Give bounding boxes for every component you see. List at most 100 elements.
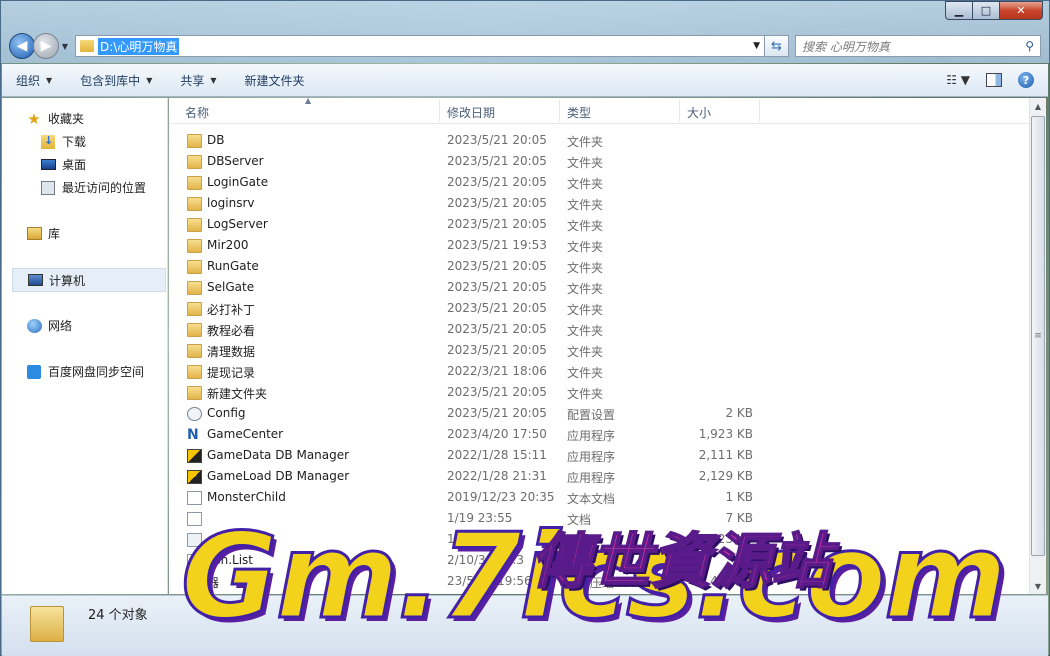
column-type[interactable]: 类型 [567, 104, 591, 121]
file-type: 文件夹 [567, 366, 604, 380]
explorer-window: ▁ □ ✕ ◀ ▶ ▼ D:\心明万物真 ▼ ⇆ 搜索 心明万物真 ⚲ 组织 ▼ … [0, 0, 1050, 656]
folder-icon [187, 386, 202, 400]
column-divider[interactable] [559, 100, 560, 122]
folder-icon [187, 155, 202, 169]
watermark-chinese-text: 傳世資源站 [530, 526, 832, 598]
folder-icon [80, 40, 94, 52]
search-input[interactable]: 搜索 心明万物真 ⚲ [795, 35, 1041, 57]
command-bar: 组织 ▼ 包含到库中 ▼ 共享 ▼ 新建文件夹 ☷ ▼ ? [2, 64, 1048, 97]
column-divider[interactable] [679, 100, 680, 122]
nav-recent-places[interactable]: 最近访问的位置 [40, 179, 146, 196]
file-type: 文件夹 [567, 261, 604, 275]
scroll-thumb[interactable]: ≡ [1031, 116, 1045, 556]
folder-icon [187, 365, 202, 379]
file-row[interactable]: RunGate 2023/5/21 20:05 文件夹 [185, 257, 765, 278]
maximize-button[interactable]: □ [972, 1, 999, 20]
new-folder-label: 新建文件夹 [244, 73, 305, 88]
nav-downloads[interactable]: 下载 [40, 133, 86, 150]
column-headers: ▲ 名称 修改日期 类型 大小 [169, 98, 1029, 124]
nav-favorites[interactable]: ★ 收藏夹 [26, 109, 85, 128]
file-row[interactable]: 提现记录 2022/3/21 18:06 文件夹 [185, 362, 765, 383]
file-row[interactable]: 新建文件夹 2023/5/21 20:05 文件夹 [185, 383, 765, 404]
file-row[interactable]: DBServer 2023/5/21 20:05 文件夹 [185, 152, 765, 173]
nav-libraries[interactable]: 库 [26, 225, 60, 242]
column-divider[interactable] [759, 100, 760, 122]
folder-icon [187, 239, 202, 253]
column-divider[interactable] [439, 100, 440, 122]
nav-label: 下载 [62, 135, 87, 149]
search-icon[interactable]: ⚲ [1025, 39, 1034, 53]
preview-pane-icon[interactable] [986, 73, 1002, 87]
nav-desktop[interactable]: 桌面 [40, 156, 86, 173]
file-date: 2023/5/21 20:05 [447, 217, 547, 231]
file-row[interactable]: DB 2023/5/21 20:05 文件夹 [185, 131, 765, 152]
vertical-scrollbar[interactable]: ▲ ≡ ▼ [1029, 98, 1046, 594]
file-row[interactable]: SelGate 2023/5/21 20:05 文件夹 [185, 278, 765, 299]
file-row[interactable]: 清理数据 2023/5/21 20:05 文件夹 [185, 341, 765, 362]
file-name: RunGate [207, 259, 259, 273]
nav-computer[interactable]: 计算机 [12, 268, 166, 292]
help-icon[interactable]: ? [1018, 72, 1034, 88]
file-name: DBServer [207, 154, 264, 168]
file-name: SelGate [207, 280, 255, 294]
folder-icon [187, 281, 202, 295]
folder-icon [187, 197, 202, 211]
include-in-library-button[interactable]: 包含到库中 ▼ [80, 72, 152, 89]
chevron-down-icon: ▼ [146, 75, 153, 85]
column-size[interactable]: 大小 [687, 104, 711, 121]
recent-pages-dropdown[interactable]: ▼ [59, 42, 71, 51]
file-row[interactable]: 教程必看 2023/5/21 20:05 文件夹 [185, 320, 765, 341]
nav-network[interactable]: 网络 [26, 317, 72, 334]
nav-label: 百度网盘同步空间 [48, 365, 145, 379]
file-size: 1,923 KB [698, 427, 753, 441]
nav-label: 收藏夹 [48, 112, 85, 126]
view-options-icon[interactable]: ☷ ▼ [946, 73, 970, 87]
file-row[interactable]: LogServer 2023/5/21 20:05 文件夹 [185, 215, 765, 236]
file-row[interactable]: Mir200 2023/5/21 19:53 文件夹 [185, 236, 765, 257]
close-button[interactable]: ✕ [999, 1, 1043, 20]
file-row[interactable]: 必打补丁 2023/5/21 20:05 文件夹 [185, 299, 765, 320]
file-name: 必打补丁 [207, 303, 256, 317]
scroll-up-icon[interactable]: ▲ [1030, 98, 1046, 114]
file-date: 2023/5/21 20:05 [447, 280, 547, 294]
back-button[interactable]: ◀ [9, 33, 35, 59]
file-date: 2023/5/21 20:05 [447, 259, 547, 273]
new-folder-button[interactable]: 新建文件夹 [245, 72, 305, 89]
file-row[interactable]: N GameCenter 2023/4/20 17:50 应用程序 1,923 KB [185, 425, 765, 446]
file-type: 文件夹 [567, 282, 604, 296]
arrow-right-icon: ▶ [40, 38, 52, 54]
nav-baidu-sync[interactable]: 百度网盘同步空间 [26, 363, 144, 380]
file-size: 2 KB [725, 406, 753, 420]
address-row: ◀ ▶ ▼ D:\心明万物真 ▼ ⇆ 搜索 心明万物真 ⚲ [9, 33, 1041, 59]
file-row[interactable]: LoginGate 2023/5/21 20:05 文件夹 [185, 173, 765, 194]
file-date: 2023/5/21 20:05 [447, 406, 547, 420]
forward-button[interactable]: ▶ [33, 33, 59, 59]
file-type: 配置设置 [567, 408, 616, 422]
file-row[interactable]: GameLoad DB Manager 2022/1/28 21:31 应用程序 2,… [185, 467, 765, 488]
minimize-button[interactable]: ▁ [945, 1, 972, 20]
toolbar-right: ☷ ▼ ? [946, 72, 1034, 88]
file-type: 文件夹 [567, 303, 604, 317]
nav-label: 计算机 [49, 273, 86, 288]
scroll-down-icon[interactable]: ▼ [1030, 578, 1046, 594]
share-button[interactable]: 共享 ▼ [180, 72, 216, 89]
column-name[interactable]: 名称 [185, 104, 209, 121]
db-manager-icon [187, 470, 202, 484]
file-date: 2022/1/28 21:31 [447, 469, 547, 483]
file-date: 2023/5/21 20:05 [447, 322, 547, 336]
chevron-down-icon[interactable]: ▼ [753, 41, 760, 51]
folder-icon [30, 606, 64, 642]
file-row[interactable]: GameData DB Manager 2022/1/28 15:11 应用程序 2,… [185, 446, 765, 467]
address-path[interactable]: D:\心明万物真 [98, 37, 180, 55]
file-row[interactable]: Config 2023/5/21 20:05 配置设置 2 KB [185, 404, 765, 425]
file-name: LoginGate [207, 175, 269, 189]
organize-button[interactable]: 组织 ▼ [16, 72, 52, 89]
file-row[interactable]: loginsrv 2023/5/21 20:05 文件夹 [185, 194, 765, 215]
address-bar[interactable]: D:\心明万物真 ▼ [75, 35, 765, 57]
file-name: GameCenter [207, 427, 284, 441]
column-date[interactable]: 修改日期 [447, 104, 495, 121]
config-icon [187, 407, 202, 421]
file-name: 清理数据 [207, 345, 256, 359]
refresh-button[interactable]: ⇆ [765, 35, 789, 57]
star-icon: ★ [27, 109, 41, 128]
